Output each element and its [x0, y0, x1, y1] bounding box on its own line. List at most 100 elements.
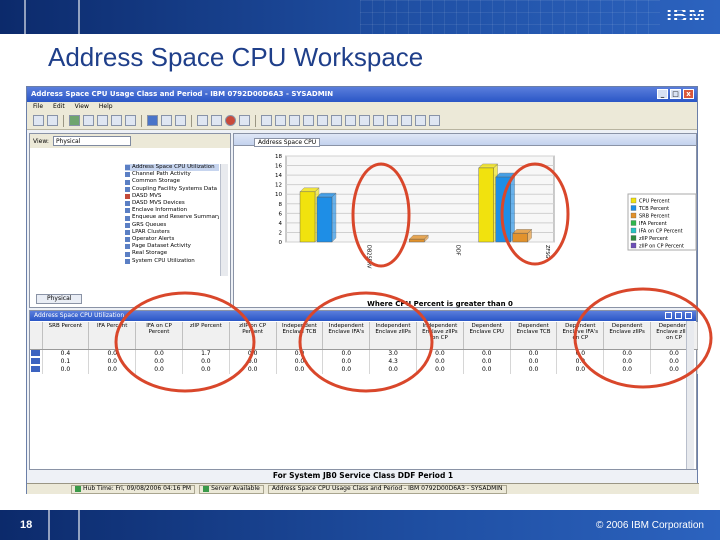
- nav-item[interactable]: Operator Alerts: [125, 236, 219, 243]
- table-scrollbar[interactable]: [686, 321, 694, 469]
- panel-close-icon[interactable]: [685, 312, 692, 319]
- edit-icon[interactable]: [211, 115, 222, 126]
- column-header[interactable]: SRB Percent: [42, 322, 90, 350]
- notepad-icon[interactable]: [331, 115, 342, 126]
- copyright: © 2006 IBM Corporation: [596, 520, 704, 531]
- menu-help[interactable]: Help: [99, 103, 113, 111]
- back-icon[interactable]: [33, 115, 44, 126]
- nav-item[interactable]: LPAR Clusters: [125, 229, 219, 236]
- nav-item[interactable]: Common Storage: [125, 178, 219, 185]
- navigator-scrollbar[interactable]: [220, 164, 228, 276]
- filter-icon[interactable]: [175, 115, 186, 126]
- nav-item[interactable]: Page Dataset Activity: [125, 243, 219, 250]
- chart-caption: Where CPU Percent is greater than 0: [367, 300, 513, 308]
- refresh-icon[interactable]: [239, 115, 250, 126]
- browser-icon[interactable]: [359, 115, 370, 126]
- topology-icon[interactable]: [415, 115, 426, 126]
- bar-chart: 0 2 4 6 8 10 12 14 16 18 DB2SERV DDF ZFSG Where CPU P…: [275, 154, 697, 308]
- table-panel-title: Address Space CPU Utilization: [34, 312, 125, 319]
- status-hub-time: Hub Time: Fri, 09/08/2006 04:16 PM: [71, 484, 196, 494]
- terminal-icon[interactable]: [373, 115, 384, 126]
- navigator-tree: Address Space CPU Utilization Channel Pat…: [125, 164, 219, 265]
- workspace-icon[interactable]: [69, 115, 80, 126]
- nav-item[interactable]: Address Space CPU Utilization: [125, 164, 219, 172]
- print-icon[interactable]: [97, 115, 108, 126]
- table-row[interactable]: 0.1 0.0 0.0 0.0 0.0 0.0 0.0 4.3 0.0 0.0 0.0 0.0 0.0 0…: [30, 357, 698, 366]
- table-cell: 0.0: [510, 365, 558, 374]
- nav-item[interactable]: Channel Path Activity: [125, 171, 219, 178]
- copy-icon[interactable]: [111, 115, 122, 126]
- save-icon[interactable]: [83, 115, 94, 126]
- column-header[interactable]: Dependent Enclave zIIPs: [603, 322, 652, 350]
- column-header[interactable]: Independent Enclave zIIPs on CP: [416, 322, 464, 350]
- table-row[interactable]: 0.4 0.0 0.0 1.7 0.0 0.0 0.0 3.0 0.0 0.0 0.0 0.0 0.0 0…: [30, 349, 698, 358]
- workspace-node-icon: [125, 237, 130, 243]
- column-header[interactable]: Independent Enclave TCB: [276, 322, 324, 350]
- column-header[interactable]: Dependent Enclave CPU: [463, 322, 511, 350]
- nav-item[interactable]: GRS Queues: [125, 222, 219, 229]
- legend-swatch: [630, 235, 637, 241]
- link-icon[interactable]: [31, 349, 41, 356]
- nav-item[interactable]: DASD MVS: [125, 193, 219, 200]
- panel-restore-icon[interactable]: [665, 312, 672, 319]
- audio-icon[interactable]: [147, 115, 158, 126]
- table-cell: 3.0: [369, 349, 417, 358]
- bar-chart-icon[interactable]: [289, 115, 300, 126]
- plot-icon[interactable]: [303, 115, 314, 126]
- toolbar: [27, 112, 697, 130]
- link-icon[interactable]: [31, 365, 41, 372]
- column-header[interactable]: zIIP on CP Percent: [229, 322, 277, 350]
- panel-maximize-icon[interactable]: [675, 312, 682, 319]
- image-icon[interactable]: [387, 115, 398, 126]
- menu-bar: File Edit View Help: [27, 102, 697, 112]
- nav-item[interactable]: Real Storage: [125, 250, 219, 257]
- minimize-button[interactable]: _: [657, 89, 668, 99]
- maximize-button[interactable]: □: [670, 89, 681, 99]
- table-cell: 0.0: [603, 365, 652, 374]
- table-cell: 0.0: [276, 365, 324, 374]
- link-icon[interactable]: [31, 357, 41, 364]
- gauge-icon[interactable]: [317, 115, 328, 126]
- nav-item[interactable]: Enqueue and Reserve Summary: [125, 214, 219, 221]
- map-icon[interactable]: [401, 115, 412, 126]
- event-console-icon[interactable]: [345, 115, 356, 126]
- y-tick-label: 16: [275, 164, 282, 170]
- bar: [299, 191, 316, 243]
- help-icon[interactable]: [429, 115, 440, 126]
- menu-file[interactable]: File: [33, 103, 43, 111]
- x-tick-label: DB2SERV: [365, 245, 371, 269]
- table-cell: 0.0: [369, 365, 417, 374]
- column-header[interactable]: IFA on CP Percent: [135, 322, 183, 350]
- table-cell: 0.0: [556, 349, 605, 358]
- settings-icon[interactable]: [125, 115, 136, 126]
- close-button[interactable]: x: [683, 89, 694, 99]
- nav-item[interactable]: Enclave Information: [125, 207, 219, 214]
- menu-view[interactable]: View: [75, 103, 89, 111]
- column-header-icon[interactable]: [30, 322, 43, 350]
- table-cell: 0.0: [416, 349, 464, 358]
- column-header[interactable]: Dependent Enclave TCB: [510, 322, 558, 350]
- forward-icon[interactable]: [47, 115, 58, 126]
- column-header[interactable]: Dependent Enclave IFA's on CP: [556, 322, 605, 350]
- view-select[interactable]: Physical: [52, 136, 131, 146]
- legend-label: CPU Percent: [639, 199, 670, 205]
- menu-edit[interactable]: Edit: [53, 103, 65, 111]
- legend-swatch: [630, 212, 637, 219]
- column-header[interactable]: Independent Enclave IFA's: [322, 322, 371, 350]
- column-header[interactable]: Independent Enclave zIIPs: [369, 322, 417, 350]
- column-header[interactable]: zIIP Percent: [182, 322, 230, 350]
- nav-item[interactable]: DASD MVS Devices: [125, 200, 219, 207]
- table-row[interactable]: 0.0 0.0 0.0 0.0 0.0 0.0 0.0 0.0 0.0 0.0 0.0 0.0 0.0 0…: [30, 365, 698, 374]
- nav-item[interactable]: System CPU Utilization: [125, 258, 219, 265]
- navigator-tab-physical[interactable]: Physical: [36, 294, 82, 304]
- pie-chart-icon[interactable]: [275, 115, 286, 126]
- stop-icon[interactable]: [225, 115, 236, 126]
- table-view-icon[interactable]: [261, 115, 272, 126]
- nav-item[interactable]: Coupling Facility Systems Data: [125, 186, 219, 193]
- workspace-node-icon: [125, 201, 130, 207]
- pause-icon[interactable]: [161, 115, 172, 126]
- column-header[interactable]: IFA Percent: [88, 322, 137, 350]
- table-cell: 0.4: [42, 349, 90, 358]
- workspace-node-icon: [125, 172, 130, 178]
- grid-icon[interactable]: [197, 115, 208, 126]
